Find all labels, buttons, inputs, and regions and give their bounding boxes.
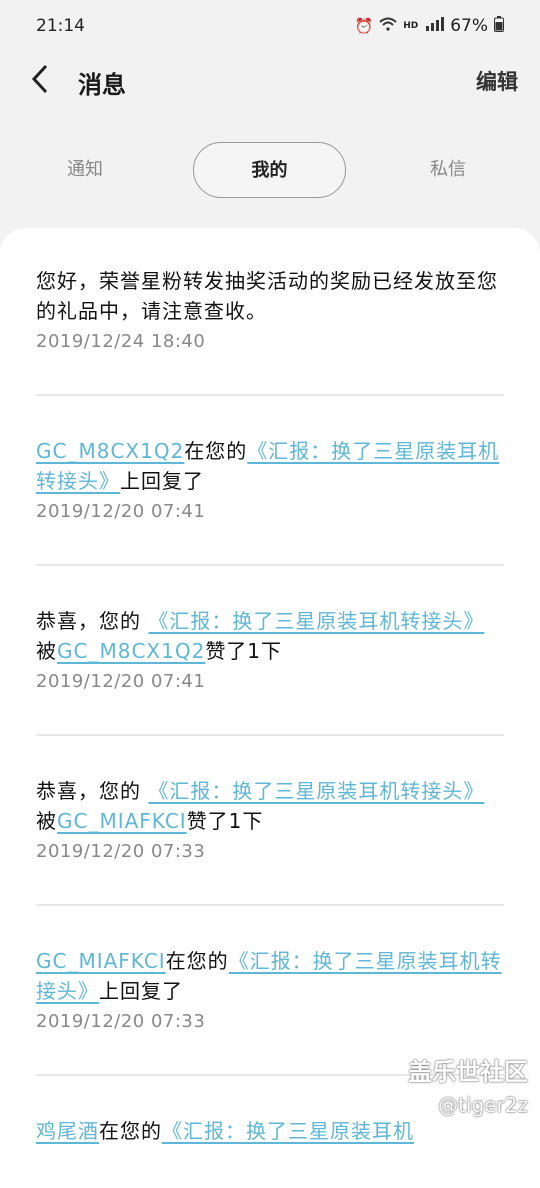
user-link[interactable]: GC_MIAFKCI <box>57 809 187 833</box>
message-time: 2019/12/20 07:41 <box>36 501 206 522</box>
message-prefix: 恭喜，您的 <box>36 779 149 803</box>
message-text: 鸡尾酒在您的《汇报：换了三星原装耳机 <box>36 1116 504 1146</box>
tab-bar: 通知 我的 私信 <box>0 142 540 200</box>
message-text: 恭喜，您的 《汇报：换了三星原装耳机转接头》被GC_MIAFKCI赞了1下 <box>36 776 504 836</box>
list-item[interactable]: GC_M8CX1Q2在您的《汇报：换了三星原装耳机转接头》上回复了 2019/1… <box>36 436 504 526</box>
header: 消息 编辑 <box>0 52 540 110</box>
message-suffix: 赞了1下 <box>205 639 283 663</box>
message-time: 2019/12/24 18:40 <box>36 331 206 352</box>
chevron-left-icon[interactable] <box>30 64 58 94</box>
tab-mine[interactable]: 我的 <box>193 142 346 198</box>
status-bar: 21:14 ⏰ HD 67% <box>0 0 540 52</box>
message-mid: 在您的 <box>184 439 248 463</box>
battery-icon <box>494 16 504 36</box>
divider <box>36 734 504 736</box>
divider <box>36 564 504 566</box>
post-link[interactable]: 《汇报：换了三星原装耳机 <box>162 1119 414 1143</box>
divider <box>36 904 504 906</box>
message-suffix: 赞了1下 <box>186 809 264 833</box>
tab-notifications[interactable]: 通知 <box>30 142 140 198</box>
status-icons: ⏰ HD 67% <box>354 16 504 36</box>
message-prefix: 恭喜，您的 <box>36 609 149 633</box>
message-time: 2019/12/20 07:41 <box>36 671 206 692</box>
alarm-icon: ⏰ <box>354 17 374 35</box>
status-time: 21:14 <box>36 16 85 36</box>
message-mid: 被 <box>36 809 57 833</box>
watermark-user: @tiger2z <box>438 1093 528 1117</box>
edit-button[interactable]: 编辑 <box>476 66 518 96</box>
message-text: 恭喜，您的 《汇报：换了三星原装耳机转接头》被GC_M8CX1Q2赞了1下 <box>36 606 504 666</box>
post-link[interactable]: 《汇报：换了三星原装耳机转接头》 <box>148 779 484 803</box>
tab-private-messages[interactable]: 私信 <box>393 142 503 198</box>
watermark-community: 盖乐世社区 <box>408 1058 528 1086</box>
message-mid: 在您的 <box>165 949 229 973</box>
message-text: GC_MIAFKCI在您的《汇报：换了三星原装耳机转接头》上回复了 <box>36 946 504 1006</box>
user-link[interactable]: GC_M8CX1Q2 <box>36 439 184 463</box>
message-mid: 在您的 <box>99 1119 162 1143</box>
user-link[interactable]: GC_MIAFKCI <box>36 949 166 973</box>
watermark: 盖乐世社区 @tiger2z <box>408 1052 528 1117</box>
list-item[interactable]: 您好，荣誉星粉转发抽奖活动的奖励已经发放至您的礼品中，请注意查收。 2019/1… <box>36 266 504 356</box>
post-link[interactable]: 《汇报：换了三星原装耳机转接头》 <box>148 609 484 633</box>
4g-signal-icon <box>424 17 445 35</box>
message-mid: 被 <box>36 639 57 663</box>
list-item[interactable]: GC_MIAFKCI在您的《汇报：换了三星原装耳机转接头》上回复了 2019/1… <box>36 946 504 1036</box>
message-suffix: 上回复了 <box>120 469 204 493</box>
message-suffix: 上回复了 <box>99 979 183 1003</box>
message-time: 2019/12/20 07:33 <box>36 1011 206 1032</box>
message-list: 您好，荣誉星粉转发抽奖活动的奖励已经发放至您的礼品中，请注意查收。 2019/1… <box>0 228 540 1188</box>
list-item[interactable]: 恭喜，您的 《汇报：换了三星原装耳机转接头》被GC_M8CX1Q2赞了1下 20… <box>36 606 504 696</box>
page-title: 消息 <box>78 71 126 99</box>
message-text: GC_M8CX1Q2在您的《汇报：换了三星原装耳机转接头》上回复了 <box>36 436 504 496</box>
list-item[interactable]: 恭喜，您的 《汇报：换了三星原装耳机转接头》被GC_MIAFKCI赞了1下 20… <box>36 776 504 866</box>
message-text: 您好，荣誉星粉转发抽奖活动的奖励已经发放至您的礼品中，请注意查收。 <box>36 269 498 323</box>
wifi-icon <box>379 17 397 35</box>
battery-percent: 67% <box>450 16 488 36</box>
hd-icon: HD <box>403 21 419 31</box>
user-link[interactable]: GC_M8CX1Q2 <box>57 639 205 663</box>
divider <box>36 394 504 396</box>
user-link[interactable]: 鸡尾酒 <box>36 1119 99 1143</box>
list-item[interactable]: 鸡尾酒在您的《汇报：换了三星原装耳机 <box>36 1116 504 1146</box>
message-time: 2019/12/20 07:33 <box>36 841 206 862</box>
